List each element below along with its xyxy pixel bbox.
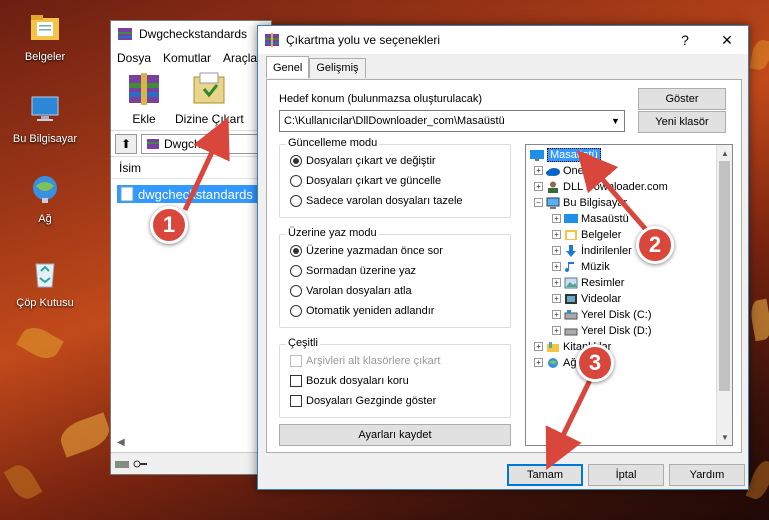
annotation-arrow-2 [576,149,650,234]
annotation-marker-3: 3 [576,344,614,382]
annotation-arrow-1 [182,116,230,212]
annotation-marker-2: 2 [636,226,674,264]
annotation-marker-1: 1 [150,206,188,244]
annotation-arrow-3 [545,378,593,470]
